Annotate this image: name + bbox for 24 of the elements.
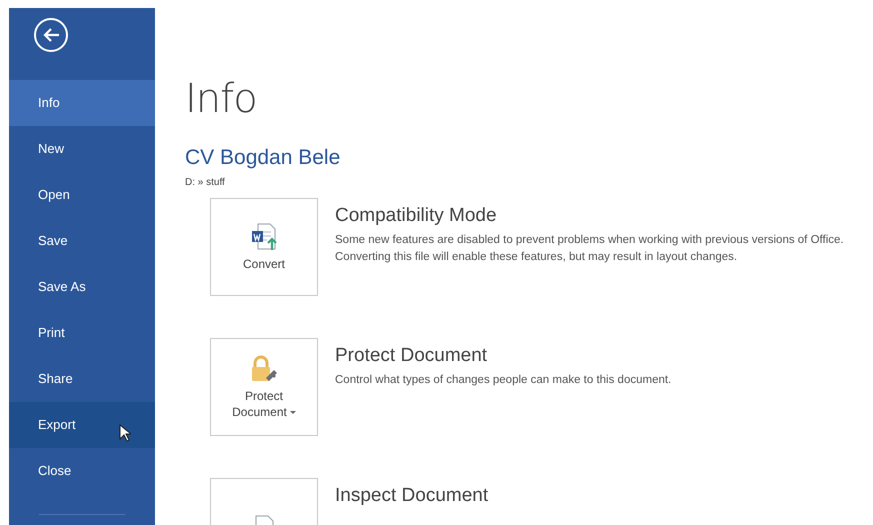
section-title: Compatibility Mode xyxy=(335,204,498,228)
section-title: Protect Document xyxy=(335,344,488,368)
menu-item[interactable]: Share xyxy=(9,356,155,402)
menu-item[interactable]: Save xyxy=(9,218,155,264)
section-description: Some new features are disabled to prevent problems when working with previous versions of Office. Converting this file will enable these features, but may result in layout changes. xyxy=(335,233,845,265)
document-name: CV Bogdan Bele xyxy=(185,145,342,171)
back-arrow-icon xyxy=(42,27,60,43)
document-path: D: » stuff xyxy=(185,176,226,190)
section-description: Control what types of changes people can make to this document. xyxy=(335,373,672,388)
menu-item[interactable]: Print xyxy=(9,310,155,356)
section-button[interactable]: Convert xyxy=(210,198,318,296)
mouse-cursor-icon xyxy=(119,424,131,442)
document-convert-icon xyxy=(249,222,279,252)
menu-item[interactable]: Info xyxy=(9,80,155,126)
menu-item[interactable]: Save As xyxy=(9,264,155,310)
menu-item[interactable]: Export xyxy=(9,402,155,448)
section-title: Inspect Document xyxy=(335,484,490,508)
section-button[interactable]: Protect Document xyxy=(210,338,318,436)
menu-item[interactable]: Close xyxy=(9,448,155,494)
dropdown-caret-icon xyxy=(290,411,296,414)
back-button[interactable] xyxy=(34,18,68,52)
menu-item[interactable]: New xyxy=(9,126,155,172)
page-title: Info xyxy=(185,75,258,123)
menu-item[interactable]: Open xyxy=(9,172,155,218)
